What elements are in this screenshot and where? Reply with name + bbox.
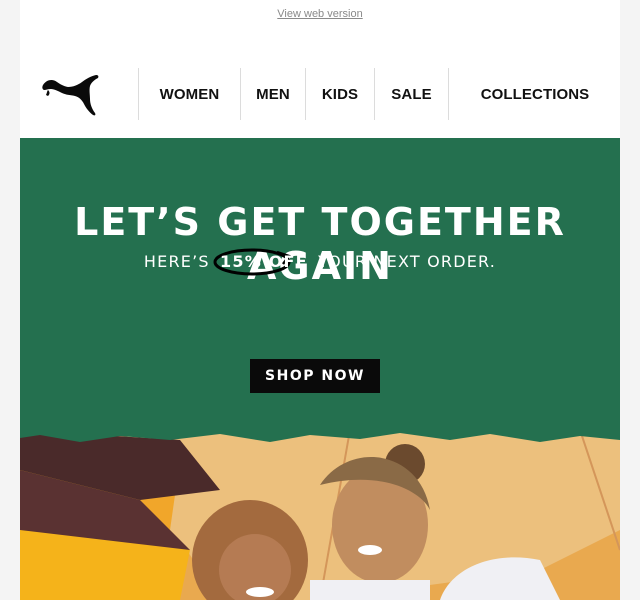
nav-item-sale[interactable]: SALE (374, 68, 448, 120)
nav-item-kids[interactable]: KIDS (305, 68, 374, 120)
hero-headline: LET’S GET TOGETHER AGAIN (74, 200, 566, 288)
discount-highlight: 15% OFF (213, 248, 312, 276)
nav-item-men[interactable]: MEN (240, 68, 305, 120)
subline-prefix: HERE’S (143, 252, 210, 271)
shop-now-button[interactable]: SHOP NOW (250, 359, 380, 393)
preheader: View web version (20, 8, 620, 20)
top-navigation: WOMEN MEN KIDS SALE COLLECTIONS (20, 68, 620, 120)
hero-banner: LET’S GET TOGETHER AGAIN HERE’S 15% OFF … (20, 138, 620, 448)
nav-items: WOMEN MEN KIDS SALE COLLECTIONS (138, 68, 620, 120)
hero-subline: HERE’S 15% OFF YOUR NEXT ORDER. (20, 248, 620, 276)
view-web-version-link[interactable]: View web version (277, 8, 362, 20)
nav-item-women[interactable]: WOMEN (138, 68, 240, 120)
discount-text: 15% OFF (220, 252, 308, 271)
subline-suffix: YOUR NEXT ORDER. (318, 252, 497, 271)
email-container: View web version WOMEN MEN KIDS SALE COL… (20, 0, 620, 600)
puma-logo-icon[interactable] (40, 71, 102, 121)
hero-photo[interactable] (20, 430, 620, 600)
nav-item-collections[interactable]: COLLECTIONS (448, 68, 620, 120)
